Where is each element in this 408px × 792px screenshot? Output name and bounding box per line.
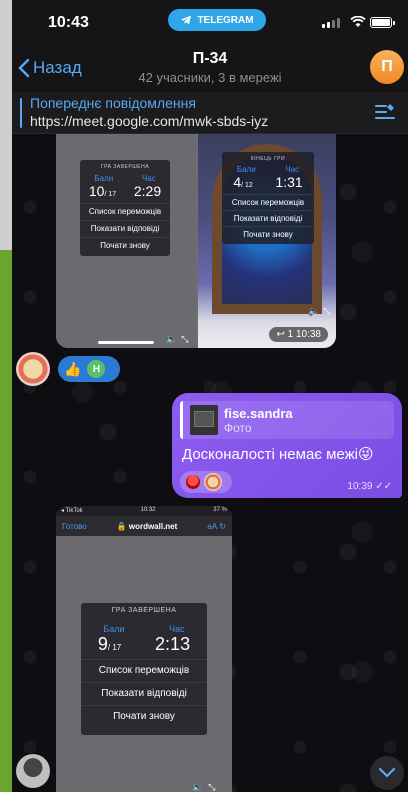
score-card-left: ГРА ЗАВЕРШЕНА Бали Час 10/ 17 2:29 Списо… [80,160,170,256]
status-bar: 10:43 TELEGRAM [12,0,408,44]
pinned-text: https://meet.google.com/mwk-sbds-iyz [30,113,269,129]
pinned-title: Попереднє повідомлення [30,95,196,111]
sender-avatar[interactable] [16,352,50,386]
reactions-bubble[interactable]: 👍 Н [58,356,120,382]
message-reactions[interactable] [180,471,232,493]
time-label: Час [285,165,300,174]
telegram-pill[interactable]: TELEGRAM [168,9,266,31]
chat-subtitle: 42 учасники, 3 в мережі [138,70,282,85]
menu-leaderboard: Список переможців [81,659,207,682]
chat-header: Назад П-34 42 учасники, 3 в мережі П [12,44,408,92]
menu-restart: Почати знову [222,226,314,242]
scroll-down-button[interactable] [370,756,404,790]
outgoing-message[interactable]: fise.sandra Фото Досконалості немає межі… [172,393,402,498]
reply-bar [180,401,183,439]
message-text: Досконалості немає межі😜 [182,446,374,463]
menu-show-answers: Показати відповіді [80,220,170,237]
chevron-down-icon [378,767,396,778]
heart-reaction-icon [186,475,200,489]
expand-icon: ⤡ [208,782,216,792]
reply-arrow-icon: ↩ [276,329,285,340]
phone-status-bar: ◂ TikTok 10:32 37 % [56,506,232,516]
sender-avatar[interactable] [16,754,50,788]
screenshot-right[interactable]: КІНЕЦЬ ГРИ Бали Час 4/ 12 1:31 Список пе… [198,134,336,348]
pinned-list-icon[interactable] [374,102,396,122]
telegram-pill-label: TELEGRAM [197,14,254,26]
score-card-right: КІНЕЦЬ ГРИ Бали Час 4/ 12 1:31 Список пе… [222,152,314,244]
video-controls: 🔈 ⤡ [192,782,215,792]
menu-show-answers: Показати відповіді [81,682,207,705]
time-label: Час [141,174,156,183]
expand-icon: ⤡ [323,306,331,316]
score-value: 10 [88,183,105,199]
battery-icon [370,17,395,28]
menu-leaderboard: Список переможців [222,194,314,210]
speaker-icon: 🔈 [192,782,204,792]
screenshot-left[interactable]: ГРА ЗАВЕРШЕНА Бали Час 10/ 17 2:29 Списо… [56,134,196,348]
card-heading: ГРА ЗАВЕРШЕНА [111,607,177,614]
message-time: 10:39 ✓✓ [347,481,392,492]
reply-author: fise.sandra [224,406,293,421]
pinned-bar [20,98,22,128]
signal-icon [322,18,340,28]
reactor-avatar: Н [87,360,106,378]
text-size-label: аА ↻ [207,521,226,531]
screenshot-message[interactable]: ◂ TikTok 10:32 37 % Готово 🔒 wordwall.ne… [56,506,232,792]
time-value: 2:13 [155,634,191,654]
time-value: 1:31 [275,174,303,190]
menu-restart: Почати знову [80,237,170,254]
video-controls: 🔈 ⤡ [166,334,188,345]
time-value: 2:29 [133,183,162,199]
expand-icon: ⤡ [181,334,189,344]
media-album[interactable]: ГРА ЗАВЕРШЕНА Бали Час 10/ 17 2:29 Списо… [56,134,336,348]
menu-restart: Почати знову [81,705,207,728]
score-label: Бали [236,165,256,174]
telegram-icon [181,15,192,25]
browser-bar: Готово 🔒 wordwall.net аА ↻ [56,516,232,536]
time-label: Час [169,624,185,634]
score-value: 9 [97,634,108,654]
card-heading: ГРА ЗАВЕРШЕНА [100,164,150,170]
score-value: 4 [233,174,242,190]
menu-show-answers: Показати відповіді [222,210,314,226]
reactor-avatar [204,473,222,491]
background-window-strip [0,0,12,792]
home-indicator [98,341,154,344]
speaker-icon: 🔈 [166,334,178,344]
url-label: 🔒 wordwall.net [116,521,178,531]
score-total: / 17 [104,191,117,198]
score-total: / 17 [107,643,122,652]
wifi-icon [350,16,366,27]
message-time-pill: ↩ 1 10:38 [269,327,328,342]
score-label: Бали [103,624,125,634]
menu-leaderboard: Список переможців [80,203,170,220]
card-heading: КІНЕЦЬ ГРИ [250,156,286,162]
reply-type: Фото [224,421,252,435]
speaker-icon: 🔈 [308,306,320,316]
reply-thumbnail [190,405,218,435]
reply-count: 1 [287,329,294,340]
message-time: 10:38 [295,329,321,340]
status-time: 10:43 [48,14,89,31]
double-check-icon: ✓✓ [375,481,392,492]
group-avatar[interactable]: П [370,50,404,84]
telegram-chat-screen: 10:43 TELEGRAM Назад П-34 42 учасники, 3… [12,0,408,792]
score-total: / 12 [241,182,253,189]
reply-quote[interactable]: fise.sandra Фото [180,401,394,439]
done-label: Готово [62,521,87,531]
video-controls: 🔈 ⤡ [308,306,330,317]
pinned-message[interactable]: Попереднє повідомлення https://meet.goog… [12,92,408,134]
score-label: Бали [94,174,114,183]
thumbs-up-icon: 👍 [64,360,82,377]
score-card: ГРА ЗАВЕРШЕНА Бали Час 9/ 17 2:13 Список… [81,603,207,735]
chat-title[interactable]: П-34 [12,50,408,68]
